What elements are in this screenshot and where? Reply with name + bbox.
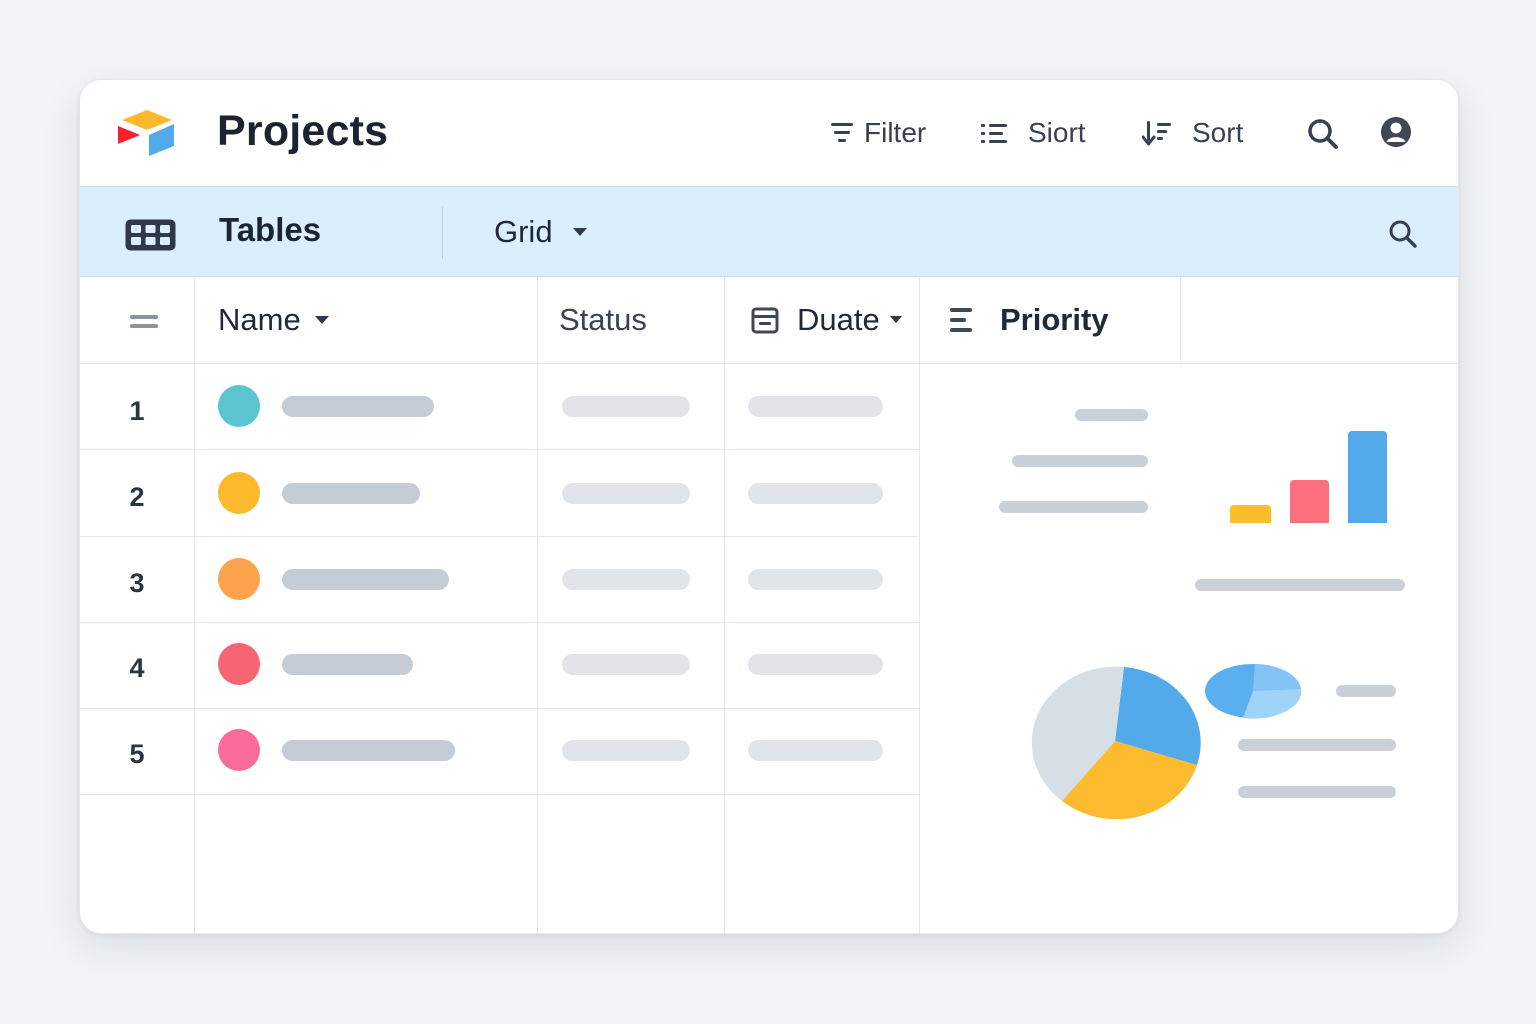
status-placeholder [562, 569, 690, 590]
column-status-label: Status [559, 302, 647, 337]
row-color-dot [218, 472, 260, 514]
chart-bar [1230, 505, 1271, 523]
column-header-priority[interactable]: Priority [950, 277, 1109, 363]
sort-order-button[interactable]: Sort [1142, 112, 1243, 154]
name-placeholder [282, 396, 434, 417]
sort-arrow-icon [1142, 121, 1171, 146]
caret-down-icon [314, 315, 329, 324]
sort-label: Siort [1028, 117, 1086, 148]
date-placeholder [748, 654, 883, 675]
status-placeholder [562, 740, 690, 761]
sort-list-icon [981, 124, 1007, 143]
text-placeholder [1238, 739, 1396, 751]
tables-label[interactable]: Tables [219, 211, 321, 249]
search-icon[interactable] [1307, 118, 1339, 150]
filter-icon [831, 123, 853, 142]
table-grid-icon[interactable] [124, 218, 177, 252]
pie-chart-illustration [1031, 666, 1201, 819]
user-circle-icon[interactable] [1380, 116, 1412, 148]
sort-button[interactable]: Siort [980, 112, 1086, 154]
date-placeholder [748, 483, 883, 504]
row-number: 1 [129, 396, 145, 426]
filter-button[interactable]: Filter [830, 112, 926, 154]
row-divider [80, 794, 920, 795]
name-placeholder [282, 483, 420, 504]
table-row[interactable]: 3 [80, 537, 920, 622]
date-placeholder [748, 740, 883, 761]
name-placeholder [282, 740, 455, 761]
row-number: 5 [129, 739, 145, 769]
column-name-label: Name [218, 302, 301, 337]
column-divider [1180, 277, 1181, 363]
view-toolbar: Tables Grid [80, 186, 1458, 277]
name-placeholder [282, 654, 413, 675]
row-color-dot [218, 558, 260, 600]
view-label: Grid [494, 214, 553, 249]
date-placeholder [748, 569, 883, 590]
table-row[interactable]: 2 [80, 450, 920, 535]
column-header-date[interactable]: Duate [751, 277, 902, 363]
toolbar-divider [442, 207, 443, 259]
row-number: 3 [129, 568, 145, 598]
drag-handle-icon[interactable] [130, 314, 158, 330]
name-placeholder [282, 569, 449, 590]
table-row[interactable]: 1 [80, 364, 920, 449]
row-number: 2 [129, 482, 145, 512]
ellipse-pie-illustration [1205, 664, 1302, 719]
column-header-name[interactable]: Name [218, 277, 329, 363]
date-placeholder [748, 396, 883, 417]
priority-lines-icon [950, 308, 972, 332]
row-color-dot [218, 729, 260, 771]
column-header-status[interactable]: Status [559, 277, 647, 363]
status-placeholder [562, 654, 690, 675]
calendar-icon [751, 307, 779, 333]
status-placeholder [562, 483, 690, 504]
app-header: Projects Filter Siort Sort [80, 80, 1458, 186]
column-date-label: Duate [797, 302, 880, 337]
bar-chart-illustration [1230, 431, 1387, 523]
filter-label: Filter [864, 117, 927, 148]
column-priority-label: Priority [1000, 302, 1109, 337]
row-color-dot [218, 385, 260, 427]
data-grid: Name Status Duate Priority 1 2 3 4 5 [80, 277, 1458, 933]
toolbar-search-icon[interactable] [1388, 219, 1417, 248]
chart-bar [1290, 480, 1329, 523]
table-row[interactable]: 4 [80, 623, 920, 708]
row-number: 4 [129, 653, 145, 683]
sort-order-label: Sort [1192, 117, 1244, 148]
text-placeholder [1238, 786, 1396, 798]
app-window: Projects Filter Siort Sort Tables Grid N… [79, 79, 1459, 934]
caret-down-icon [889, 316, 902, 323]
table-row[interactable]: 5 [80, 709, 920, 794]
chart-baseline [1195, 579, 1405, 591]
chart-bar [1348, 431, 1387, 523]
caret-down-icon [572, 227, 587, 236]
chart-illustration-panel [920, 363, 1458, 933]
text-placeholder [1075, 409, 1148, 421]
status-placeholder [562, 396, 690, 417]
view-selector[interactable]: Grid [494, 212, 587, 252]
text-placeholder [999, 501, 1148, 513]
text-placeholder [1012, 455, 1148, 467]
app-logo [118, 110, 174, 156]
text-placeholder [1336, 685, 1396, 697]
row-color-dot [218, 643, 260, 685]
page-title: Projects [217, 107, 389, 155]
